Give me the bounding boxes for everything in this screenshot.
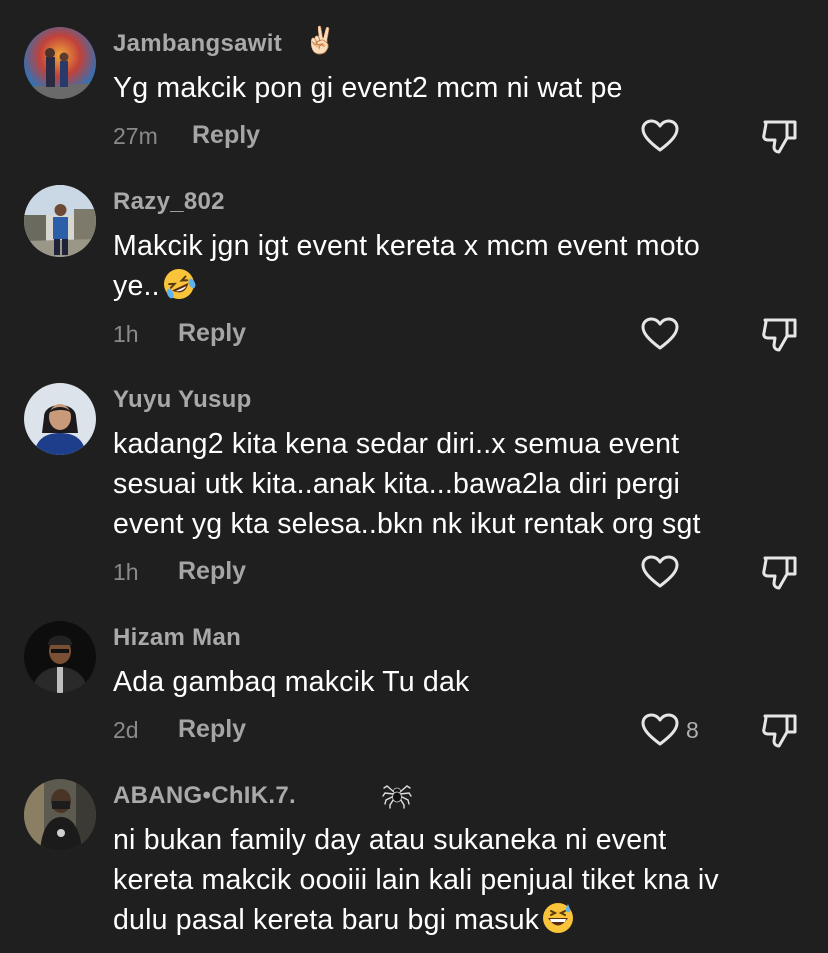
comment-timestamp: 27m [113, 123, 158, 149]
username[interactable]: Yuyu Yusup [113, 386, 252, 414]
spider-emoji-icon [381, 778, 413, 814]
username[interactable]: Jambangsawit [113, 30, 282, 58]
avatar[interactable] [24, 185, 96, 257]
like-heart-icon[interactable] [640, 118, 680, 154]
username[interactable]: Razy_802 [113, 188, 225, 216]
reply-button[interactable]: Reply [192, 121, 260, 150]
reply-button[interactable]: Reply [178, 557, 246, 586]
victory-hand-emoji-icon: ✌🏻 [304, 25, 337, 55]
comment-text: Ada gambaq makcik Tu dak [113, 666, 470, 698]
grinning-sweat-emoji-icon [543, 903, 574, 933]
rolling-laughing-emoji-icon [163, 269, 196, 299]
comment-text: kadang2 kita kena sedar diri..x semua ev… [113, 428, 701, 540]
comment-timestamp: 1h [113, 321, 139, 347]
avatar[interactable] [24, 621, 96, 693]
comment-timestamp: 2d [113, 717, 139, 743]
comment-text: Yg makcik pon gi event2 mcm ni wat pe [113, 72, 623, 104]
reply-button[interactable]: Reply [178, 715, 246, 744]
dislike-icon[interactable] [760, 552, 800, 592]
dislike-icon[interactable] [760, 710, 800, 750]
username[interactable]: ABANG•ChIK.7. [113, 782, 296, 810]
like-heart-icon[interactable] [640, 712, 680, 748]
dislike-icon[interactable] [760, 116, 800, 156]
like-heart-icon[interactable] [640, 316, 680, 352]
avatar[interactable] [24, 27, 96, 99]
username[interactable]: Hizam Man [113, 624, 241, 652]
comment-text: Makcik jgn igt event kereta x mcm event … [113, 230, 700, 302]
comment-text: ni bukan family day atau sukaneka ni eve… [113, 824, 719, 936]
like-heart-icon[interactable] [640, 554, 680, 590]
avatar[interactable] [24, 383, 96, 455]
like-count: 8 [686, 717, 699, 743]
avatar[interactable] [24, 779, 96, 851]
dislike-icon[interactable] [760, 314, 800, 354]
comment-timestamp: 1h [113, 559, 139, 585]
reply-button[interactable]: Reply [178, 319, 246, 348]
